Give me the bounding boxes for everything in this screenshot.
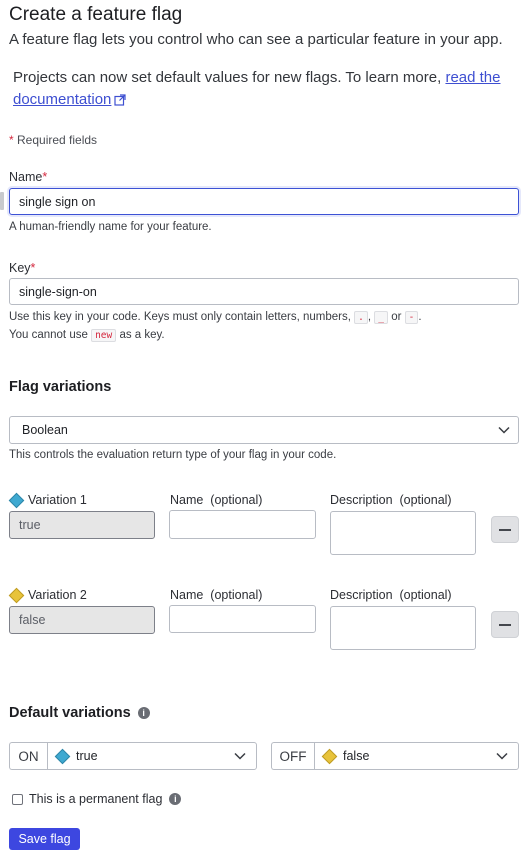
page-subtitle: A feature flag lets you control who can … [9,31,503,48]
diamond-icon [321,748,338,764]
default-on-prefix: ON [9,742,47,770]
remove-variation-2-button[interactable] [491,611,519,638]
diamond-icon [8,587,25,603]
minus-icon [499,528,511,531]
default-on-select[interactable]: true [47,742,257,770]
chevron-down-icon [234,752,246,760]
panel-resize-handle[interactable] [0,192,4,210]
info-icon[interactable]: i [169,793,182,805]
diamond-icon [54,748,71,764]
variation-2-name-label: Name (optional) [170,588,263,602]
reserved-word: new [91,329,117,342]
variation-1-name-label: Name (optional) [170,493,263,507]
variation-1-description-input[interactable] [330,511,476,555]
key-hint: Use this key in your code. Keys must onl… [9,311,422,324]
variation-2-name-input[interactable] [169,605,316,633]
allowed-char-dash: - [404,311,419,324]
variation-2-value: false [9,606,155,634]
variation-1-description-label: Description (optional) [330,493,452,507]
info-icon[interactable]: i [137,707,150,719]
name-input[interactable]: single sign on [9,188,519,215]
info-banner: Projects can now set default values for … [13,67,525,111]
variation-2-label: Variation 2 [8,587,87,603]
key-input[interactable]: single-sign-on [9,278,519,305]
default-on-value: true [76,749,98,763]
variation-1-name-input[interactable] [169,510,316,539]
default-off-value: false [343,749,370,763]
allowed-char-dot: . [354,311,368,324]
chevron-down-icon [498,426,510,434]
permanent-flag-checkbox[interactable] [12,793,23,805]
minus-icon [499,623,511,626]
default-variations-heading: Default variations i [9,705,150,721]
variation-type-value: Boolean [22,423,68,437]
diamond-icon [8,492,25,508]
variation-1-label: Variation 1 [8,492,87,508]
name-hint: A human-friendly name for your feature. [9,221,212,233]
allowed-char-underscore: _ [374,311,389,324]
save-flag-button[interactable]: Save flag [9,828,80,850]
external-link-icon [114,94,127,106]
key-label: Key* [9,261,36,275]
permanent-flag-label: This is a permanent flag [29,792,163,806]
flag-variations-heading: Flag variations [9,379,112,395]
name-label: Name* [9,170,48,184]
variation-2-description-label: Description (optional) [330,588,452,602]
required-fields-note: * Required fields [9,133,98,147]
permanent-flag-row: This is a permanent flag i [12,792,182,806]
remove-variation-1-button[interactable] [491,516,519,543]
default-off-select[interactable]: false [314,742,519,770]
chevron-down-icon [496,752,508,760]
variation-type-hint: This controls the evaluation return type… [9,449,337,461]
variation-2-description-input[interactable] [330,606,476,650]
key-reserved-hint: You cannot use new as a key. [9,329,165,342]
default-off-prefix: OFF [271,742,314,770]
banner-text: Projects can now set default values for … [13,69,446,86]
variation-type-select[interactable]: Boolean [9,416,519,444]
page-title: Create a feature flag [9,4,183,25]
variation-1-value: true [9,511,155,539]
